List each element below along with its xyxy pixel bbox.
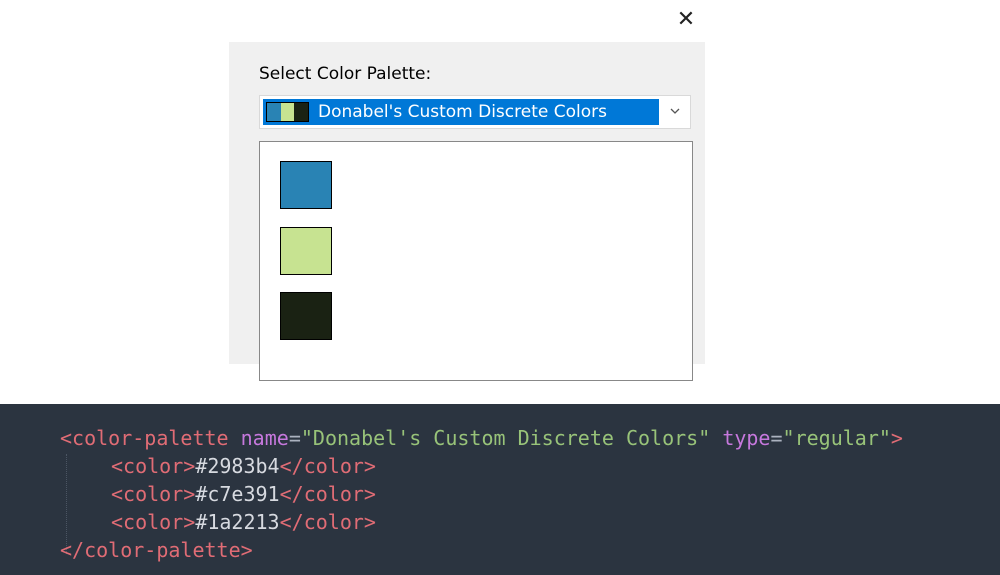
close-button[interactable]: ✕ (676, 7, 696, 32)
preview-color-1 (267, 103, 281, 121)
palette-dialog: Select Color Palette: Donabel's Custom D… (229, 42, 705, 381)
close-icon: ✕ (676, 7, 696, 32)
palette-preview-swatch (266, 102, 309, 122)
preview-color-3 (294, 103, 309, 121)
code-line-color-1: <color>#2983b4</color> (111, 454, 376, 478)
select-palette-label: Select Color Palette: (259, 64, 432, 84)
xml-code-block: <color-palette name="Donabel's Custom Di… (0, 404, 1000, 575)
color-swatch-list (259, 141, 693, 381)
preview-color-2 (280, 103, 295, 121)
palette-dropdown[interactable]: Donabel's Custom Discrete Colors (259, 95, 691, 129)
code-line-color-2: <color>#c7e391</color> (111, 482, 376, 506)
code-line-close: </color-palette> (60, 538, 253, 562)
code-line-color-3: <color>#1a2213</color> (111, 510, 376, 534)
selected-palette-name: Donabel's Custom Discrete Colors (318, 102, 607, 122)
dropdown-selected-item[interactable]: Donabel's Custom Discrete Colors (263, 99, 659, 125)
color-swatch-3[interactable] (280, 292, 332, 340)
color-swatch-2[interactable] (280, 227, 332, 275)
color-swatch-1[interactable] (280, 161, 332, 209)
code-line-open: <color-palette name="Donabel's Custom Di… (60, 426, 903, 450)
chevron-down-icon[interactable] (668, 104, 682, 118)
